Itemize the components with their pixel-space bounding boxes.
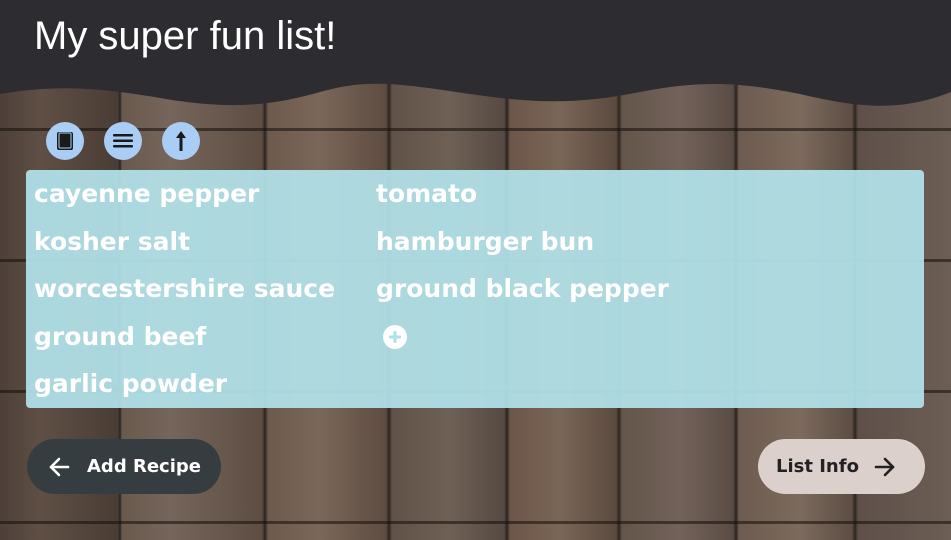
list-item[interactable]: hamburger bun — [376, 226, 669, 274]
page-title: My super fun list! — [34, 14, 337, 58]
list-column-1: cayenne pepper kosher salt worcestershir… — [34, 178, 335, 416]
list-item[interactable]: tomato — [376, 178, 669, 226]
arrow-left-icon — [49, 457, 70, 476]
add-item-button[interactable] — [382, 324, 408, 350]
list-item[interactable]: ground beef — [34, 321, 335, 369]
book-button[interactable] — [46, 122, 84, 160]
arrow-up-icon — [176, 131, 186, 151]
list-info-label: List Info — [776, 456, 859, 477]
list-item[interactable]: garlic powder — [34, 368, 335, 416]
list-item[interactable]: worcestershire sauce — [34, 273, 335, 321]
ingredient-list-panel: cayenne pepper kosher salt worcestershir… — [26, 170, 924, 408]
add-recipe-label: Add Recipe — [87, 456, 201, 477]
arrow-right-icon — [874, 457, 895, 476]
book-icon — [57, 132, 73, 150]
list-item[interactable]: kosher salt — [34, 226, 335, 274]
list-item[interactable]: cayenne pepper — [34, 178, 335, 226]
list-view-button[interactable] — [104, 122, 142, 160]
toolbar — [46, 122, 200, 160]
header-bar: My super fun list! — [0, 0, 951, 135]
list-icon — [113, 134, 133, 148]
plus-circle-icon — [383, 324, 407, 349]
list-info-button[interactable]: List Info — [758, 439, 925, 494]
list-column-2: tomato hamburger bun ground black pepper — [376, 178, 669, 350]
add-recipe-button[interactable]: Add Recipe — [27, 439, 221, 494]
list-item[interactable]: ground black pepper — [376, 273, 669, 321]
scroll-top-button[interactable] — [162, 122, 200, 160]
